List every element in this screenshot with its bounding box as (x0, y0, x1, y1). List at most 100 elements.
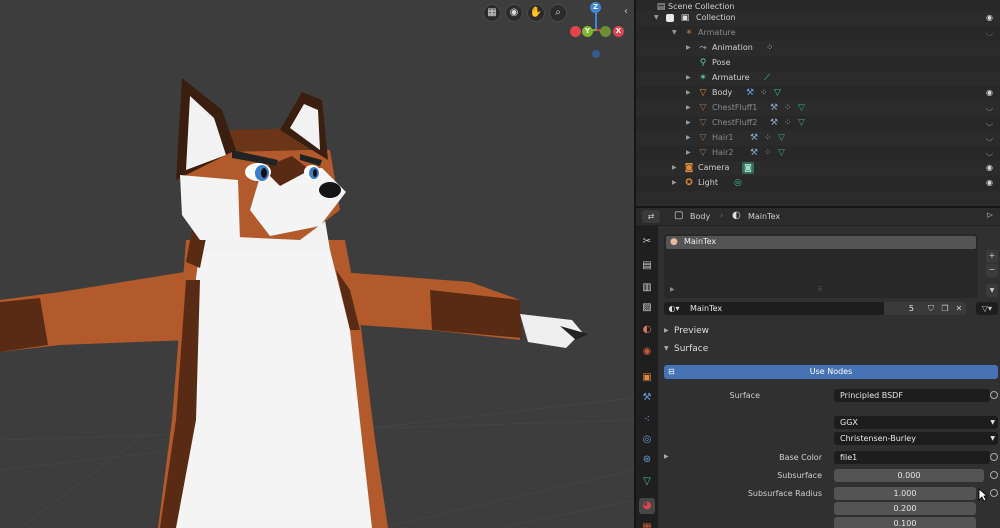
expand-arrow-icon[interactable]: ▶ (672, 161, 677, 176)
outliner-row-chestfluff2[interactable]: ▶ ▽ ChestFluff2 ⚒ ⁘ ▽ ◡ (636, 116, 1000, 131)
base-color-link-icon[interactable] (990, 453, 998, 461)
outliner-row-armature-data[interactable]: ▶ ✶ Armature ⟋ (636, 71, 1000, 86)
list-resize-handle-icon[interactable]: ⠿ (818, 286, 822, 293)
outliner-row-animation[interactable]: ▶ ⤳ Animation ⁘ (636, 41, 1000, 56)
outliner-row-armature-object[interactable]: ▼ ✶ Armature ◡ (636, 26, 1000, 41)
subsurface-slider[interactable]: 0.000 (834, 469, 984, 482)
subsurface-radius-link-icon[interactable] (990, 489, 998, 497)
expand-arrow-icon[interactable]: ▼ (654, 11, 659, 26)
gizmo-neg-z-axis[interactable] (592, 50, 600, 58)
preview-panel-header[interactable]: ▶ Preview (658, 324, 1000, 340)
base-color-field[interactable]: file1 (834, 451, 990, 464)
subsurface-radius-z-field[interactable]: 0.100 (834, 517, 976, 528)
visibility-eye-icon[interactable]: ◡ (986, 26, 993, 41)
outliner-row-pose[interactable]: ⚲ Pose (636, 56, 1000, 71)
outliner-row-hair2[interactable]: ▶ ▽ Hair2 ⚒ ⁘ ▽ ◡ (636, 146, 1000, 161)
distribution-dropdown[interactable]: GGX ▼ (834, 416, 998, 429)
visibility-eye-icon[interactable]: ◉ (986, 161, 993, 176)
modifier-wrench-icon[interactable]: ⚒ (750, 146, 758, 160)
tab-data[interactable]: ▽ (639, 474, 655, 490)
expand-arrow-icon[interactable]: ▶ (686, 146, 691, 161)
tab-particles[interactable]: ⁖ (639, 412, 655, 428)
editor-type-icon[interactable]: ⇄ (642, 210, 660, 223)
tab-physics[interactable]: ◎ (639, 432, 655, 448)
slot-specials-button[interactable]: ▼ (986, 284, 998, 297)
zoom-icon[interactable]: ⌕ (549, 4, 567, 22)
panel-collapse-arrow-icon[interactable]: ▶ (664, 327, 669, 334)
grid-icon[interactable]: ▦ (483, 4, 501, 22)
mesh-data-icon[interactable]: ▽ (798, 101, 805, 115)
visibility-eye-icon[interactable]: ◉ (986, 11, 993, 26)
tab-scene[interactable]: ◐ (639, 322, 655, 338)
unlink-material-close-icon[interactable]: ✕ (952, 302, 966, 315)
modifier-wrench-icon[interactable]: ⚒ (770, 101, 778, 115)
material-name-field[interactable]: MainTex (684, 302, 884, 315)
vertex-groups-icon[interactable]: ⁘ (784, 116, 792, 130)
surface-panel-header[interactable]: ▼ Surface (658, 342, 1000, 358)
expand-arrow-icon[interactable]: ▶ (686, 86, 691, 101)
base-color-expand-arrow-icon[interactable]: ▶ (664, 453, 669, 460)
tab-view-layer[interactable]: ▨ (639, 300, 655, 316)
material-browse-button[interactable]: ◐▾ (664, 302, 684, 315)
checkbox-icon[interactable] (666, 14, 674, 22)
modifier-wrench-icon[interactable]: ⚒ (770, 116, 778, 130)
outliner-row-light[interactable]: ▶ ✪ Light ◎ ◉ (636, 176, 1000, 191)
outliner-row-hair1[interactable]: ▶ ▽ Hair1 ⚒ ⁘ ▽ ◡ (636, 131, 1000, 146)
mesh-data-icon[interactable]: ▽ (778, 131, 785, 145)
subsurface-method-dropdown[interactable]: Christensen-Burley ▼ (834, 432, 998, 445)
panel-expand-arrow-icon[interactable]: ▼ (664, 345, 669, 352)
outliner-row-body[interactable]: ▶ ▽ Body ⚒ ⁘ ▽ ◉ (636, 86, 1000, 101)
fake-user-shield-icon[interactable]: ⛉ (924, 302, 938, 315)
material-users-count[interactable]: 5 (884, 302, 924, 315)
subsurface-radius-x-field[interactable]: 1.000 (834, 487, 976, 500)
3d-viewport[interactable]: ▦ ◉ ✋ ⌕ Z Y X ‹ (0, 0, 634, 528)
tab-tool[interactable]: ✂ (639, 234, 655, 250)
surface-shader-field[interactable]: Principled BSDF (834, 389, 990, 402)
tab-modifiers[interactable]: ⚒ (639, 390, 655, 406)
gizmo-x-axis[interactable]: X (613, 26, 624, 37)
subsurface-radius-y-field[interactable]: 0.200 (834, 502, 976, 515)
gizmo-z-axis[interactable]: Z (590, 2, 601, 13)
expand-arrow-icon[interactable]: ▶ (686, 41, 691, 56)
list-expand-icon[interactable]: ▶ (670, 286, 675, 293)
expand-arrow-icon[interactable]: ▶ (686, 71, 691, 86)
gizmo-neg-x-axis[interactable] (570, 26, 581, 37)
use-nodes-button[interactable]: ⊟ Use Nodes (664, 365, 998, 379)
action-icon[interactable]: ⁘ (766, 41, 774, 55)
light-data-icon[interactable]: ◎ (734, 176, 742, 190)
visibility-eye-icon[interactable]: ◉ (986, 176, 993, 191)
tab-constraints[interactable]: ⊛ (639, 452, 655, 468)
hand-icon[interactable]: ✋ (527, 4, 545, 22)
remove-slot-button[interactable]: − (986, 264, 998, 277)
gizmo-neg-y-axis[interactable] (600, 26, 611, 37)
visibility-eye-icon[interactable]: ◡ (986, 131, 993, 146)
subsurface-link-icon[interactable] (990, 471, 998, 479)
tab-output[interactable]: ▥ (639, 280, 655, 296)
expand-arrow-icon[interactable]: ▼ (672, 26, 677, 41)
modifier-wrench-icon[interactable]: ⚒ (750, 131, 758, 145)
material-slot-list[interactable]: ● MainTex ▶ ⠿ (664, 234, 978, 298)
expand-arrow-icon[interactable]: ▶ (672, 176, 677, 191)
gizmo-y-axis[interactable]: Y (582, 26, 593, 37)
tab-world[interactable]: ◉ (639, 344, 655, 360)
bone-icon[interactable]: ⟋ (764, 71, 770, 85)
mesh-data-icon[interactable]: ▽ (774, 86, 781, 100)
expand-arrow-icon[interactable]: ▶ (686, 116, 691, 131)
outliner-row-collection[interactable]: ▼ ▣ Collection ◉ (636, 11, 1000, 26)
visibility-eye-icon[interactable]: ◡ (986, 116, 993, 131)
region-toggle-icon[interactable]: ‹ (624, 6, 628, 17)
modifier-wrench-icon[interactable]: ⚒ (746, 86, 754, 100)
visibility-eye-icon[interactable]: ◡ (986, 101, 993, 116)
material-slot-row[interactable]: ● MainTex (666, 236, 976, 249)
outliner-row-chestfluff1[interactable]: ▶ ▽ ChestFluff1 ⚒ ⁘ ▽ ◡ (636, 101, 1000, 116)
pin-icon[interactable]: ⊳ (986, 211, 994, 221)
properties-editor[interactable]: ⇄ ▢ Body › ◐ MainTex ⊳ ✂ ▤ ▥ ▨ ◐ ◉ ▣ ⚒ ⁖… (636, 208, 1000, 528)
tab-render[interactable]: ▤ (639, 258, 655, 274)
tab-texture[interactable]: ▦ (639, 520, 655, 528)
mesh-data-icon[interactable]: ▽ (798, 116, 805, 130)
camera-data-icon[interactable]: ◙ (742, 162, 754, 174)
outliner-row-camera[interactable]: ▶ ◙ Camera ◙ ◉ (636, 161, 1000, 176)
duplicate-material-icon[interactable]: ❐ (938, 302, 952, 315)
tab-object[interactable]: ▣ (639, 370, 655, 386)
vertex-groups-icon[interactable]: ⁘ (764, 131, 772, 145)
